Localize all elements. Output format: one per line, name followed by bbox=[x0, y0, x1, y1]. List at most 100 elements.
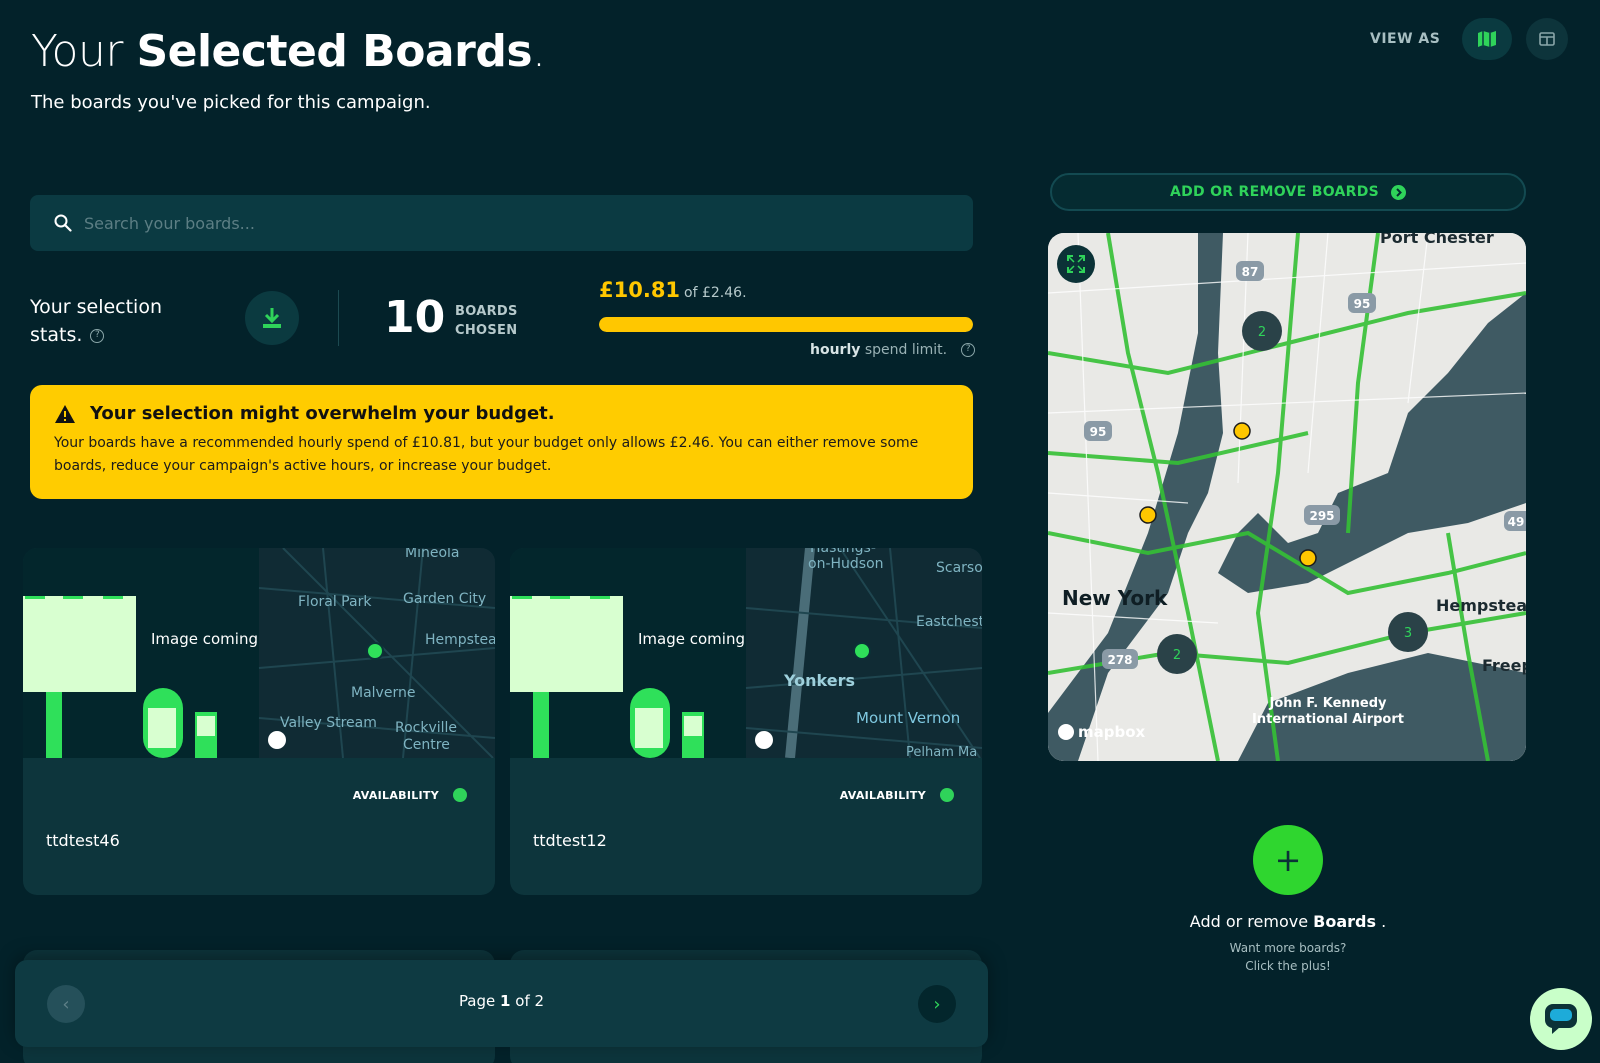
map-label: International Airport bbox=[1252, 712, 1404, 727]
add-remove-hint: Want more boards? Click the plus! bbox=[1100, 939, 1476, 975]
search-input[interactable] bbox=[84, 213, 944, 233]
board-name: ttdtest12 bbox=[533, 831, 607, 850]
highway-shield: 87 bbox=[1242, 265, 1259, 279]
add-title-bold: Boards bbox=[1313, 912, 1377, 931]
map-cluster-count: 3 bbox=[1404, 626, 1412, 641]
add-remove-label: ADD OR REMOVE BOARDS bbox=[1169, 184, 1380, 200]
chat-icon bbox=[1545, 1004, 1577, 1034]
stats-label-line2: stats. bbox=[30, 324, 83, 346]
boards-map[interactable]: 2 2 3 87 95 95 295 278 49 Port Chester N… bbox=[1048, 233, 1526, 761]
availability-dot bbox=[940, 788, 954, 802]
arrow-right-circle-icon bbox=[1391, 184, 1407, 200]
title-light: Your bbox=[31, 26, 123, 77]
page-total: 2 bbox=[534, 992, 545, 1010]
add-remove-boards-button[interactable]: ADD OR REMOVE BOARDS bbox=[1050, 173, 1526, 211]
stats-divider bbox=[338, 290, 339, 346]
availability-dot bbox=[453, 788, 467, 802]
spend-help-icon[interactable]: ? bbox=[961, 343, 976, 357]
map-cluster-count: 2 bbox=[1173, 648, 1181, 663]
board-card[interactable]: Image coming s Hastings- on-Hudson Scars… bbox=[510, 548, 982, 895]
count-label-line2: CHOSEN bbox=[455, 323, 518, 338]
highway-shield: 295 bbox=[1309, 509, 1334, 523]
warning-title: Your selection might overwhelm your budg… bbox=[90, 403, 555, 424]
board-preview-image: Image coming s Mineola Floral Park Garde… bbox=[23, 548, 495, 758]
add-title-suffix: . bbox=[1381, 912, 1387, 931]
spend-note-bold: hourly bbox=[810, 342, 861, 358]
board-map-label: Mineola bbox=[405, 548, 460, 561]
availability-indicator: AVAILABILITY bbox=[840, 788, 954, 802]
spend-progress-bar bbox=[599, 317, 973, 332]
availability-label: AVAILABILITY bbox=[839, 788, 926, 802]
map-label: Port Chester bbox=[1380, 233, 1494, 247]
board-map-label: Valley Stream bbox=[280, 715, 377, 731]
spend-progress-fill bbox=[599, 317, 973, 332]
mapbox-logo: mapbox bbox=[1078, 723, 1146, 741]
board-map-label: Hastings- bbox=[810, 548, 876, 556]
spend-note-text: spend limit. bbox=[864, 342, 948, 358]
boards-chosen-label: BOARDS CHOSEN bbox=[455, 302, 518, 340]
availability-label: AVAILABILITY bbox=[352, 788, 439, 802]
spend-limit: of £2.46. bbox=[684, 285, 747, 301]
add-title-prefix: Add or remove bbox=[1189, 912, 1309, 931]
availability-indicator: AVAILABILITY bbox=[353, 788, 467, 802]
board-map-label: Centre bbox=[403, 737, 450, 753]
board-preview-caption: Image coming s bbox=[638, 630, 758, 648]
highway-shield: 95 bbox=[1090, 425, 1107, 439]
download-icon bbox=[263, 308, 281, 328]
add-boards-plus-button[interactable]: + bbox=[1253, 825, 1323, 895]
download-button[interactable] bbox=[245, 291, 299, 345]
map-view-button[interactable] bbox=[1462, 18, 1513, 60]
board-map-label: Eastchest bbox=[916, 614, 982, 630]
board-map-label: Mount Vernon bbox=[856, 709, 960, 727]
board-name: ttdtest46 bbox=[46, 831, 120, 850]
help-icon[interactable]: ? bbox=[90, 328, 105, 343]
search-bar bbox=[30, 195, 973, 251]
spend-value: £10.81 bbox=[599, 278, 681, 302]
board-map-label: Malverne bbox=[351, 685, 415, 701]
map-label: Freep bbox=[1482, 656, 1526, 675]
highway-shield: 278 bbox=[1107, 653, 1132, 667]
plus-icon: + bbox=[1274, 841, 1302, 879]
page-of: of bbox=[515, 992, 530, 1010]
spend-note: hourly spend limit.? bbox=[810, 342, 976, 358]
board-map-label: Pelham Ma bbox=[906, 745, 977, 758]
search-icon bbox=[54, 214, 72, 232]
page-prefix: Page bbox=[458, 992, 496, 1010]
page-title: Your Selected Boards. bbox=[31, 26, 546, 77]
title-dot: . bbox=[532, 26, 546, 77]
add-hint-line2: Click the plus! bbox=[1245, 959, 1331, 973]
page-subtitle: The boards you've picked for this campai… bbox=[31, 92, 431, 113]
board-map-label: Scarso bbox=[936, 560, 982, 576]
page-current: 1 bbox=[500, 992, 511, 1010]
expand-icon bbox=[1067, 255, 1085, 273]
title-bold: Selected Boards bbox=[136, 26, 533, 77]
page-indicator: Page 1 of 2 bbox=[15, 992, 988, 1010]
view-as-label: VIEW AS bbox=[1370, 31, 1441, 47]
table-view-button[interactable] bbox=[1526, 18, 1569, 60]
warning-icon bbox=[55, 404, 75, 423]
board-map-label: Yonkers bbox=[783, 671, 855, 690]
warning-text: Your boards have a recommended hourly sp… bbox=[54, 435, 919, 474]
pagination-bar: ‹ Page 1 of 2 › bbox=[15, 960, 988, 1047]
chat-button[interactable] bbox=[1530, 988, 1592, 1050]
selection-stats-label: Your selection stats.? bbox=[30, 293, 162, 349]
map-expand-button[interactable] bbox=[1057, 245, 1095, 283]
boards-count: 10 bbox=[384, 292, 446, 343]
map-canvas[interactable]: 2 2 3 87 95 95 295 278 49 Port Chester N… bbox=[1048, 233, 1526, 761]
map-label: John F. Kennedy bbox=[1268, 696, 1387, 711]
highway-shield: 49 bbox=[1508, 515, 1525, 529]
map-label: New York bbox=[1062, 586, 1168, 610]
add-hint-line1: Want more boards? bbox=[1229, 941, 1347, 955]
count-label-line1: BOARDS bbox=[455, 304, 518, 319]
board-map-label: Hempstea bbox=[425, 632, 495, 648]
stats-label-line1: Your selection bbox=[30, 296, 162, 318]
board-map-label: on-Hudson bbox=[808, 556, 884, 572]
board-card[interactable]: Image coming s Mineola Floral Park Garde… bbox=[23, 548, 495, 895]
board-preview-caption: Image coming s bbox=[151, 630, 271, 648]
next-page-button[interactable]: › bbox=[918, 985, 956, 1023]
hourly-spend: £10.81 of £2.46. bbox=[599, 278, 747, 302]
map-icon bbox=[1478, 31, 1497, 47]
map-label: Hempstead bbox=[1436, 596, 1526, 615]
chevron-right-icon: › bbox=[933, 993, 941, 1015]
add-remove-title: Add or remove Boards . bbox=[1100, 912, 1476, 931]
